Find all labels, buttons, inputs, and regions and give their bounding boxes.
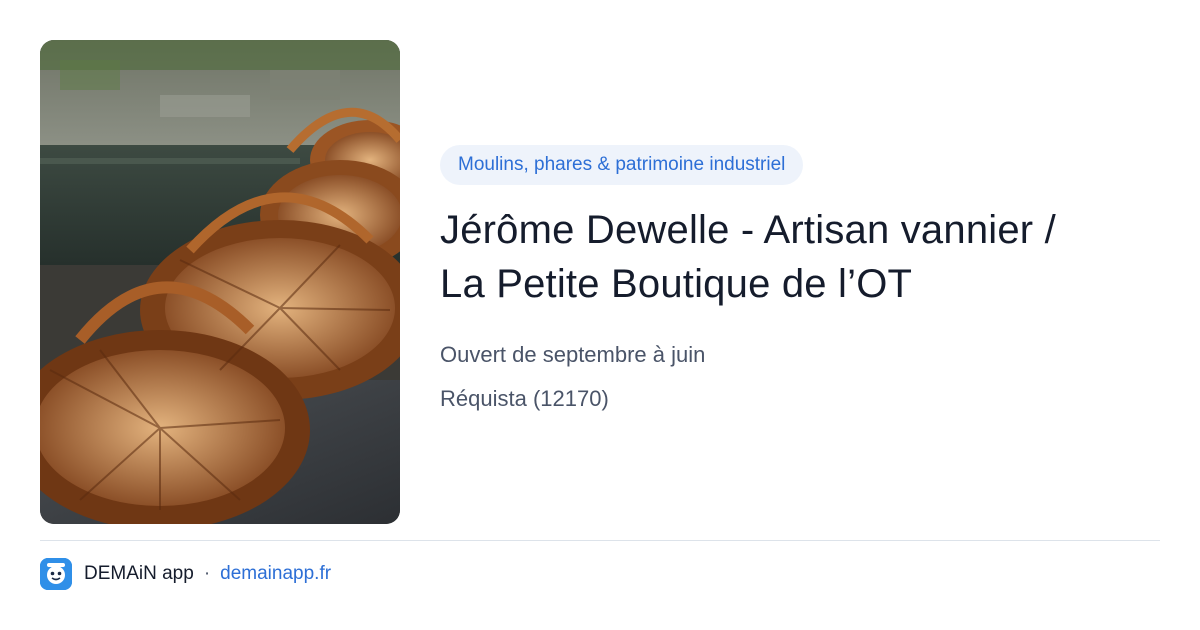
separator: · — [203, 563, 211, 584]
app-domain-link[interactable]: demainapp.fr — [220, 563, 331, 585]
opening-hours: Ouvert de septembre à juin — [440, 342, 706, 367]
title-line-1: Jérôme Dewelle - Artisan vannier / — [440, 208, 1056, 252]
demain-app-icon — [40, 558, 72, 590]
card-content: Moulins, phares & patrimoine industriel … — [440, 145, 1160, 421]
wicker-baskets-photo — [40, 40, 400, 524]
card-info: Ouvert de septembre à juin Réquista (121… — [440, 333, 1160, 421]
share-card[interactable]: Moulins, phares & patrimoine industriel … — [0, 0, 1200, 630]
location: Réquista (12170) — [440, 386, 609, 411]
category-badge[interactable]: Moulins, phares & patrimoine industriel — [440, 145, 804, 185]
wicker-baskets-illustration — [40, 40, 400, 524]
title-line-2: La Petite Boutique de l’OT — [440, 262, 913, 306]
divider — [40, 540, 1160, 541]
footer: DEMAiN app · demainapp.fr — [40, 558, 331, 590]
app-name: DEMAiN app — [84, 563, 194, 584]
card-title[interactable]: Jérôme Dewelle - Artisan vannier / La Pe… — [440, 203, 1160, 311]
